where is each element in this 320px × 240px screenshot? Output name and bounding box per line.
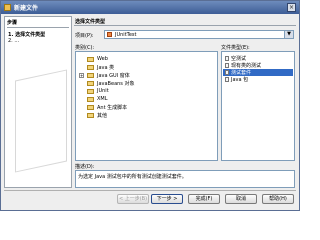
cancel-button[interactable]: 取消 <box>225 194 257 204</box>
steps-panel: 步骤 1. 选择文件类型 2. ... <box>4 16 72 188</box>
window-title: 新建文件 <box>14 5 39 12</box>
watermark-graphic <box>15 69 67 173</box>
app-icon <box>4 4 11 11</box>
step-item-1: 1. 选择文件类型 <box>8 31 45 38</box>
close-icon[interactable]: × <box>287 3 296 12</box>
folder-icon <box>87 81 94 86</box>
description-label: 描述(D): <box>75 164 95 170</box>
step-number: 2. <box>8 38 13 44</box>
next-button[interactable]: 下一步 > <box>151 194 183 204</box>
panel-divider <box>74 25 296 26</box>
file-type-test-suite[interactable]: 测试套件 <box>223 69 293 76</box>
back-button[interactable]: < 上一步(B) <box>117 194 149 204</box>
expand-icon[interactable]: + <box>79 73 84 78</box>
folder-icon <box>87 105 94 110</box>
button-divider <box>4 190 296 191</box>
project-select[interactable]: JUnitTest ▼ <box>104 30 294 39</box>
tree-item-label: Java GUI 窗体 <box>97 73 130 79</box>
file-type-label: Java 包 <box>231 77 249 83</box>
file-type-existing-class-test[interactable]: 现有类的测试 <box>223 62 293 69</box>
description-box: 为选定 Java 测试包中的所有测试创建测试套件。 <box>75 170 295 188</box>
tree-item-label: 其他 <box>97 113 108 119</box>
folder-icon <box>87 57 94 62</box>
file-type-empty-test[interactable]: 空测试 <box>223 55 293 62</box>
project-label: 项目(P): <box>75 33 94 39</box>
file-types-list[interactable]: 空测试 现有类的测试 测试套件 Java 包 <box>221 51 295 161</box>
main-panel: 选择文件类型 项目(P): JUnitTest ▼ 类别(C): 文件类型(E)… <box>74 16 296 188</box>
file-type-label: 空测试 <box>231 56 247 62</box>
new-file-dialog: 新建文件 × 步骤 1. 选择文件类型 2. ... 选择文件类型 项目(P):… <box>0 0 300 211</box>
description-text: 为选定 Java 测试包中的所有测试创建测试套件。 <box>78 174 187 180</box>
step-item-2: 2. ... <box>8 38 19 44</box>
tree-item-label: Ant 生成脚本 <box>97 105 128 111</box>
step-label: ... <box>14 38 20 44</box>
file-type-label: 现有类的测试 <box>231 63 262 69</box>
tree-item-label: JUnit <box>97 88 109 94</box>
tree-item-label: XML <box>97 96 108 102</box>
file-type-java-package[interactable]: Java 包 <box>223 76 293 83</box>
file-types-label: 文件类型(E): <box>221 45 250 51</box>
file-icon <box>225 63 229 68</box>
folder-icon <box>87 113 94 118</box>
finish-button[interactable]: 完成(F) <box>188 194 220 204</box>
chevron-down-icon[interactable]: ▼ <box>284 31 293 38</box>
steps-divider <box>7 27 69 28</box>
steps-title: 步骤 <box>7 20 18 26</box>
folder-icon <box>87 89 94 94</box>
tree-item-label: Web <box>97 56 108 62</box>
project-icon <box>107 32 112 37</box>
folder-icon <box>87 65 94 70</box>
categories-label: 类别(C): <box>75 45 95 51</box>
tree-item-label: Java 类 <box>97 65 115 71</box>
file-icon <box>225 56 229 61</box>
step-label: 选择文件类型 <box>15 32 46 38</box>
file-icon <box>225 70 229 75</box>
folder-icon <box>87 73 94 78</box>
categories-tree[interactable]: Web Java 类 + Java GUI 窗体 JavaBeans 对象 JU… <box>75 51 218 161</box>
file-type-label: 测试套件 <box>231 70 252 76</box>
title-bar: 新建文件 × <box>1 1 299 14</box>
tree-item-label: JavaBeans 对象 <box>97 81 135 87</box>
package-icon <box>225 77 229 82</box>
project-value: JUnitTest <box>115 32 137 38</box>
folder-icon <box>87 97 94 102</box>
panel-title: 选择文件类型 <box>75 19 106 25</box>
help-button[interactable]: 帮助(H) <box>262 194 294 204</box>
